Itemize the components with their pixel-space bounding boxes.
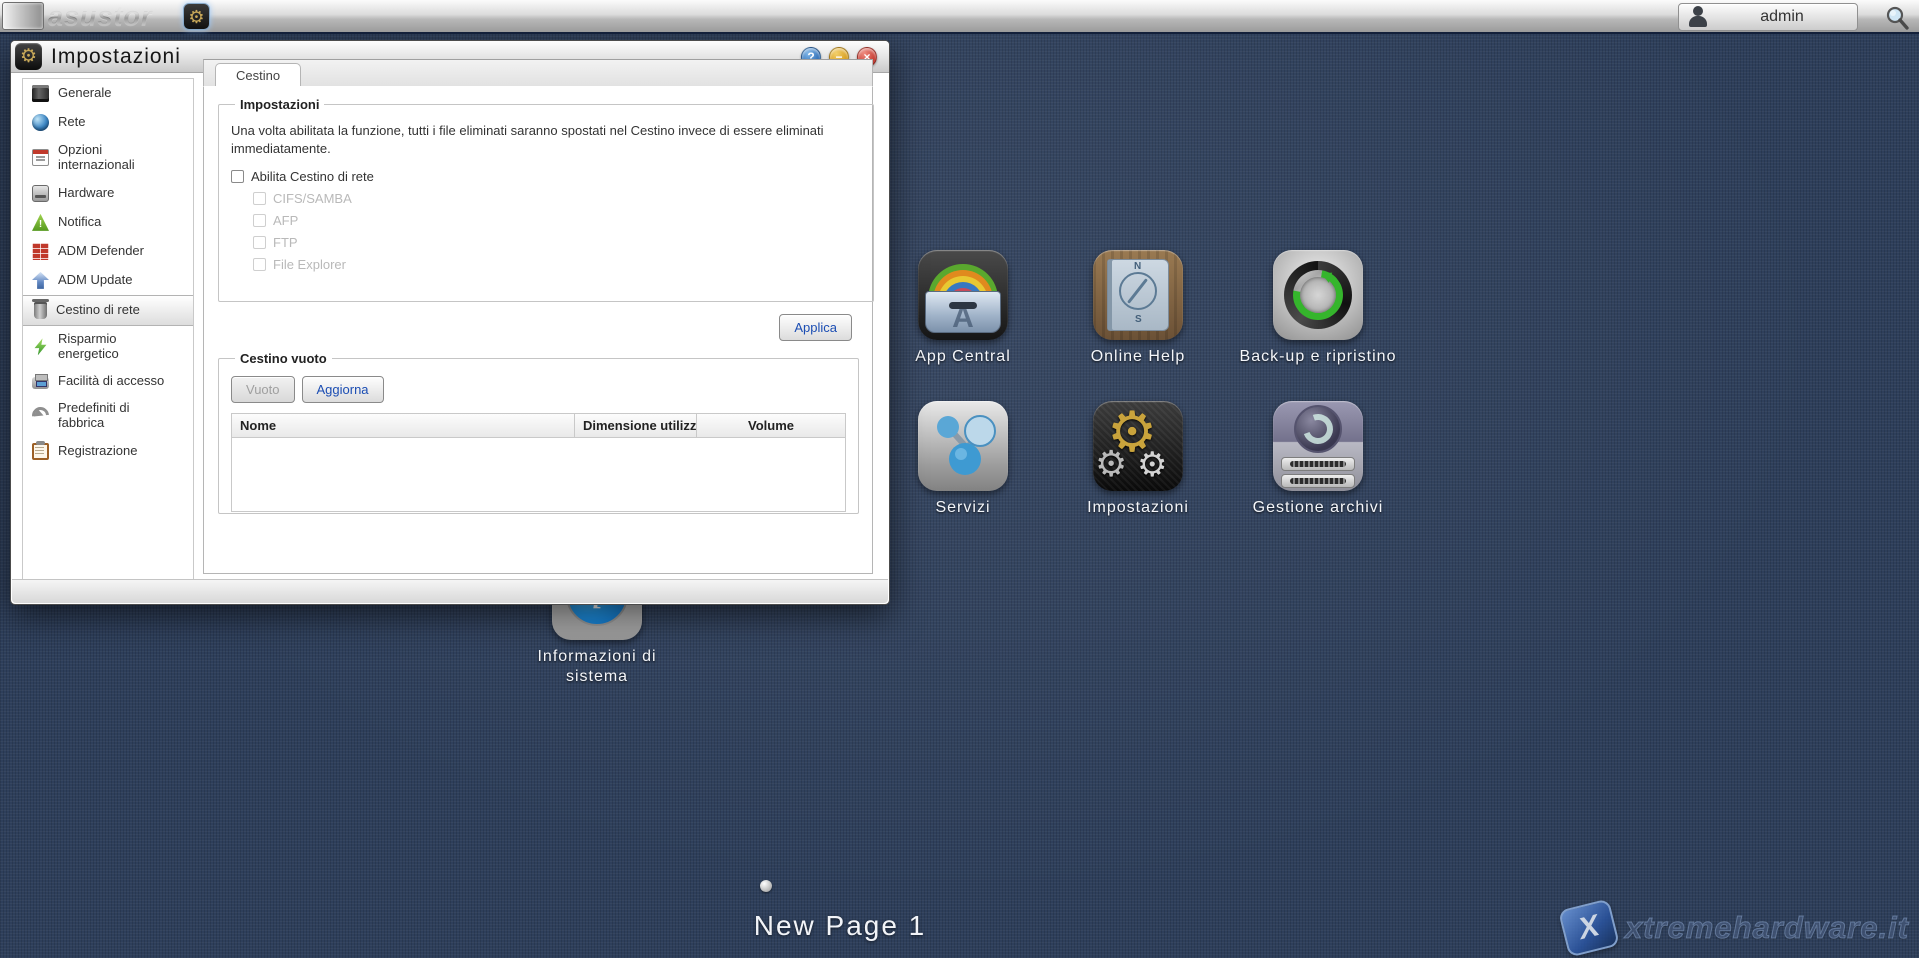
ftp-label: FTP (273, 235, 298, 251)
desktop-icon-label: Servizi (935, 499, 991, 516)
desktop: asustor ⚙ admin A App Central N S Online… (0, 0, 1919, 958)
file-explorer-label: File Explorer (273, 257, 346, 273)
desktop-icon-servizi[interactable]: Servizi (873, 401, 1053, 518)
recycle-bin-description: Una volta abilitata la funzione, tutti i… (231, 123, 824, 156)
desktop-icon-label: Back-up e ripristino (1239, 348, 1397, 365)
window-gear-icon: ⚙ (15, 43, 42, 70)
desktop-icon-backup[interactable]: Back-up e ripristino (1228, 250, 1408, 367)
sidebar-item-notifica[interactable]: ! Notifica (23, 208, 193, 237)
file-explorer-checkbox (253, 258, 266, 272)
afp-label: AFP (273, 213, 299, 229)
empty-recycle-bin-legend: Cestino vuoto (240, 351, 327, 366)
sidebar-item-facilita-di-accesso[interactable]: Facilità di accesso (23, 368, 193, 395)
empty-recycle-bin-fieldset: Cestino vuoto Vuoto Aggiorna Nome Dimens… (218, 351, 859, 514)
firewall-icon (32, 242, 49, 260)
tab-panel: Impostazioni Una volta abilitata la funz… (203, 86, 874, 574)
sidebar-item-hardware[interactable]: Hardware (23, 179, 193, 208)
settings-gears-icon: ⚙ ⚙ ⚙ (1093, 401, 1183, 491)
asustor-logo: asustor (48, 1, 153, 31)
server-icon (32, 85, 49, 102)
desktop-icon-label: Informazioni di sistema (537, 648, 657, 685)
settings-content: Cestino Impostazioni Una volta abilitata… (203, 59, 874, 574)
refresh-button[interactable]: Aggiorna (301, 376, 384, 403)
search-icon[interactable] (1884, 5, 1910, 31)
desktop-icon-gestione-archivi[interactable]: Gestione archivi (1228, 401, 1408, 518)
desktop-icon-online-help[interactable]: N S Online Help (1048, 250, 1228, 367)
watermark-text: xtremehardware.it (1624, 910, 1909, 946)
globe-icon (32, 114, 49, 131)
desktop-icon-impostazioni[interactable]: ⚙ ⚙ ⚙ Impostazioni (1048, 401, 1228, 518)
xtremehardware-logo-icon: X (1557, 898, 1620, 958)
trash-icon (32, 298, 49, 319)
settings-sidebar: Generale Rete Opzioni internazionali Har… (22, 78, 194, 583)
settings-legend: Impostazioni (240, 97, 320, 112)
services-icon (918, 401, 1008, 491)
tab-strip: Cestino (203, 59, 873, 88)
user-menu[interactable]: admin (1678, 3, 1858, 31)
desktop-icon-label: Online Help (1090, 348, 1186, 365)
warning-icon: ! (32, 213, 49, 231)
ftp-checkbox (253, 236, 266, 250)
enable-recycle-bin-row: Abilita Cestino di rete (231, 169, 861, 184)
drive-icon (32, 184, 49, 202)
sidebar-item-adm-defender[interactable]: ADM Defender (23, 237, 193, 266)
desktop-icon-app-central[interactable]: A App Central (873, 250, 1053, 367)
settings-fieldset: Impostazioni Una volta abilitata la funz… (218, 97, 874, 302)
online-help-icon: N S (1093, 250, 1183, 340)
page-title: New Page 1 (753, 910, 927, 941)
taskbar-collapse-handle[interactable] (2, 2, 44, 30)
storage-manager-icon (1273, 401, 1363, 491)
settings-window: ⚙ Impostazioni ? − × Generale Rete Opzio… (10, 40, 890, 605)
desktop-icon-label: Impostazioni (1087, 499, 1189, 516)
protocol-row-afp: AFP (253, 213, 861, 228)
gear-icon: ⚙ (188, 6, 205, 27)
sidebar-item-predefiniti-di-fabbrica[interactable]: Predefiniti di fabbrica (23, 395, 193, 437)
tab-cestino[interactable]: Cestino (215, 63, 302, 88)
protocol-row-cifs: CIFS/SAMBA (253, 191, 861, 206)
cifs-checkbox (253, 192, 266, 206)
protocol-row-ftp: FTP (253, 235, 861, 250)
sidebar-item-registrazione[interactable]: Registrazione (23, 437, 193, 466)
username-label: admin (1760, 8, 1804, 25)
enable-recycle-bin-label: Abilita Cestino di rete (251, 169, 374, 185)
window-title: Impostazioni (51, 44, 181, 68)
ezconnect-icon (32, 373, 49, 389)
lightning-icon (34, 338, 47, 356)
desktop-icon-label: Gestione archivi (1252, 499, 1384, 516)
recycle-bin-table: Nome Dimensione utilizz Volume (231, 413, 846, 512)
desktop-icon-label: App Central (915, 348, 1011, 365)
afp-checkbox (253, 214, 266, 228)
sidebar-item-cestino-di-rete[interactable]: Cestino di rete (23, 294, 193, 326)
reset-arrow-icon (28, 403, 53, 428)
watermark: X xtremehardware.it (1557, 898, 1909, 958)
cifs-label: CIFS/SAMBA (273, 191, 352, 207)
sidebar-item-risparmio-energetico[interactable]: Risparmio energetico (23, 326, 193, 368)
taskbar-task-impostazioni[interactable]: ⚙ (183, 3, 210, 30)
sidebar-item-generale[interactable]: Generale (23, 79, 193, 108)
clipboard-icon (32, 440, 49, 460)
page-indicator-dot[interactable] (760, 880, 772, 892)
update-arrow-icon (32, 271, 49, 289)
app-central-icon: A (918, 250, 1008, 340)
backup-restore-icon (1273, 250, 1363, 340)
user-icon (1689, 6, 1707, 28)
window-footer (12, 579, 888, 603)
apply-button[interactable]: Applica (779, 314, 852, 341)
enable-recycle-bin-checkbox[interactable] (231, 170, 244, 184)
sidebar-item-opzioni-internazionali[interactable]: Opzioni internazionali (23, 137, 193, 179)
sidebar-item-adm-update[interactable]: ADM Update (23, 266, 193, 295)
table-body-empty (232, 438, 845, 511)
sidebar-item-rete[interactable]: Rete (23, 108, 193, 137)
column-header-dimensione[interactable]: Dimensione utilizz (575, 414, 697, 437)
table-header-row: Nome Dimensione utilizz Volume (232, 414, 845, 438)
empty-button: Vuoto (231, 376, 295, 403)
protocol-row-file-explorer: File Explorer (253, 257, 861, 272)
taskbar: asustor ⚙ admin (0, 0, 1919, 34)
calendar-icon (32, 149, 49, 167)
column-header-volume[interactable]: Volume (697, 414, 845, 437)
column-header-nome[interactable]: Nome (232, 414, 575, 437)
